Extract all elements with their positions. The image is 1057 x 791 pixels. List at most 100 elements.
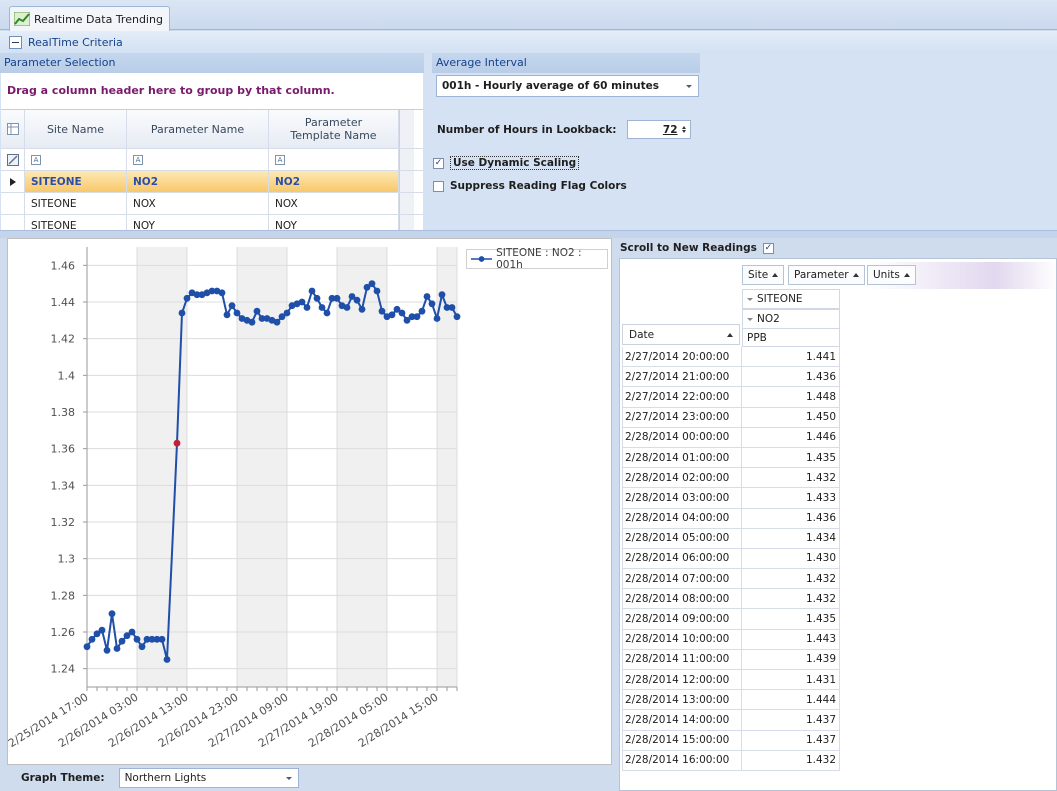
- reading-row[interactable]: 2/28/2014 07:00:00 1.432: [622, 569, 840, 590]
- pivot-rows: 2/27/2014 20:00:00 1.441 2/27/2014 21:00:0…: [622, 347, 840, 771]
- pivot-field-units[interactable]: Units: [867, 265, 916, 285]
- grid-scrollbar-track[interactable]: [399, 215, 414, 231]
- reading-row[interactable]: 2/28/2014 04:00:00 1.436: [622, 508, 840, 529]
- reading-row[interactable]: 2/28/2014 13:00:00 1.444: [622, 690, 840, 711]
- reading-date: 2/27/2014 21:00:00: [622, 367, 742, 388]
- tab-realtime-data-trending[interactable]: Realtime Data Trending: [9, 6, 170, 31]
- pivot-field-site[interactable]: Site: [742, 265, 785, 285]
- reading-row[interactable]: 2/28/2014 12:00:00 1.431: [622, 670, 840, 691]
- grid-row[interactable]: SITEONE NOX NOX: [1, 193, 423, 215]
- row-indicator-icon: [1, 171, 25, 192]
- data-point: [373, 287, 381, 295]
- chevron-down-icon: [686, 84, 692, 88]
- reading-date: 2/28/2014 00:00:00: [622, 427, 742, 448]
- reading-row[interactable]: 2/28/2014 11:00:00 1.439: [622, 649, 840, 670]
- trend-chart[interactable]: 1.24 1.26 1.28 1.3 1.32 1.34 1.36 1.38 1.4 1.42 1.…: [7, 238, 612, 765]
- reading-row[interactable]: 2/27/2014 20:00:00 1.441: [622, 347, 840, 368]
- reading-row[interactable]: 2/28/2014 01:00:00 1.435: [622, 447, 840, 469]
- data-point: [233, 309, 241, 317]
- reading-date: 2/28/2014 12:00:00: [622, 670, 742, 691]
- reading-date: 2/28/2014 11:00:00: [622, 649, 742, 670]
- reading-row[interactable]: 2/28/2014 06:00:00 1.430: [622, 548, 840, 570]
- y-tick-label: 1.4: [58, 369, 76, 382]
- grid-scrollbar-track[interactable]: [399, 171, 414, 192]
- filter-parameter-name[interactable]: A: [127, 149, 269, 170]
- reading-date: 2/28/2014 08:00:00: [622, 589, 742, 610]
- cell-parameter-name: NOY: [127, 215, 269, 231]
- pivot-field-parameter[interactable]: Parameter: [788, 265, 865, 285]
- scroll-to-new-readings-label: Scroll to New Readings: [620, 242, 757, 254]
- data-point: [83, 643, 91, 651]
- grid-row[interactable]: SITEONE NO2 NO2: [1, 171, 423, 193]
- spin-arrows-icon[interactable]: [681, 126, 686, 133]
- reading-date: 2/28/2014 01:00:00: [622, 447, 742, 469]
- group-by-drop-area[interactable]: Drag a column header here to group by th…: [1, 73, 423, 109]
- data-point: [108, 610, 116, 618]
- x-tick-label: 2/25/2014 17:00: [8, 691, 91, 751]
- reading-row[interactable]: 2/28/2014 14:00:00 1.437: [622, 710, 840, 731]
- grid-scrollbar-track[interactable]: [399, 193, 414, 214]
- column-header-site-name[interactable]: Site Name: [25, 110, 127, 148]
- lookback-label: Number of Hours in Lookback:: [437, 123, 617, 136]
- reading-row[interactable]: 2/28/2014 10:00:00 1.443: [622, 629, 840, 650]
- dynamic-scaling-checkbox[interactable]: ✓: [433, 157, 444, 169]
- reading-row[interactable]: 2/27/2014 21:00:00 1.436: [622, 367, 840, 388]
- filter-parameter-template-name[interactable]: A: [269, 149, 399, 170]
- grid-row[interactable]: SITEONE NOY NOY: [1, 215, 423, 231]
- cell-site-name: SITEONE: [25, 171, 127, 192]
- pivot-site-expander[interactable]: SITEONE: [742, 289, 840, 309]
- cell-parameter-name: NO2: [127, 171, 269, 192]
- data-point: [303, 304, 311, 311]
- filter-site-name[interactable]: A: [25, 149, 127, 170]
- reading-row[interactable]: 2/28/2014 05:00:00 1.434: [622, 528, 840, 549]
- lookback-value: 72: [662, 123, 678, 136]
- reading-row[interactable]: 2/28/2014 08:00:00 1.432: [622, 589, 840, 610]
- data-point: [118, 637, 126, 645]
- panel-splitter[interactable]: [0, 230, 1057, 238]
- reading-row[interactable]: 2/27/2014 22:00:00 1.448: [622, 387, 840, 408]
- grid-scrollbar[interactable]: [399, 110, 414, 148]
- reading-row[interactable]: 2/28/2014 16:00:00 1.432: [622, 750, 840, 771]
- suppress-flags-checkbox[interactable]: [433, 180, 444, 192]
- column-header-parameter-template-name[interactable]: Parameter Template Name: [269, 110, 399, 148]
- suppress-flags-label[interactable]: Suppress Reading Flag Colors: [450, 180, 627, 192]
- pivot-field-area: Site Parameter Units: [742, 262, 1056, 289]
- data-point: [228, 302, 236, 310]
- pivot-parameter-expander[interactable]: NO2: [742, 309, 840, 329]
- average-interval-select[interactable]: 001h - Hourly average of 60 minutes: [436, 75, 699, 97]
- reading-value: 1.435: [742, 609, 840, 630]
- reading-row[interactable]: 2/28/2014 00:00:00 1.446: [622, 427, 840, 448]
- legend-series-marker: [471, 256, 493, 262]
- reading-value: 1.436: [742, 508, 840, 529]
- reading-row[interactable]: 2/28/2014 15:00:00 1.437: [622, 730, 840, 751]
- data-point: [428, 300, 436, 308]
- suppress-flags-row: Suppress Reading Flag Colors: [433, 180, 627, 192]
- grid-scrollbar-track[interactable]: [399, 149, 414, 170]
- reading-value: 1.432: [742, 569, 840, 590]
- lookback-hours-spinner[interactable]: 72: [626, 120, 691, 139]
- reading-row[interactable]: 2/28/2014 03:00:00 1.433: [622, 488, 840, 509]
- pivot-field-date[interactable]: Date: [622, 324, 740, 345]
- column-chooser-icon[interactable]: [1, 110, 25, 148]
- dynamic-scaling-label[interactable]: Use Dynamic Scaling: [450, 156, 580, 170]
- chart-legend[interactable]: SITEONE : NO2 : 001h: [466, 247, 608, 271]
- scroll-to-new-readings-checkbox[interactable]: ✓: [762, 242, 774, 254]
- graph-theme-select[interactable]: Northern Lights: [118, 768, 299, 788]
- data-point: [313, 294, 321, 302]
- clear-filter-icon[interactable]: [1, 149, 25, 170]
- reading-row[interactable]: 2/28/2014 09:00:00 1.435: [622, 609, 840, 630]
- filter-icon: A: [275, 154, 285, 165]
- reading-value: 1.436: [742, 367, 840, 388]
- y-tick-label: 1.46: [51, 259, 76, 272]
- reading-date: 2/28/2014 16:00:00: [622, 750, 742, 771]
- y-tick-label: 1.44: [51, 296, 76, 309]
- reading-date: 2/28/2014 15:00:00: [622, 730, 742, 751]
- reading-row[interactable]: 2/27/2014 23:00:00 1.450: [622, 407, 840, 428]
- reading-row[interactable]: 2/28/2014 02:00:00 1.432: [622, 468, 840, 489]
- collapse-criteria-button[interactable]: [9, 35, 22, 49]
- data-point: [298, 298, 306, 306]
- pivot-parameter-value: NO2: [757, 313, 780, 325]
- cell-site-name: SITEONE: [25, 193, 127, 214]
- pivot-date-label: Date: [629, 328, 655, 341]
- column-header-parameter-name[interactable]: Parameter Name: [127, 110, 269, 148]
